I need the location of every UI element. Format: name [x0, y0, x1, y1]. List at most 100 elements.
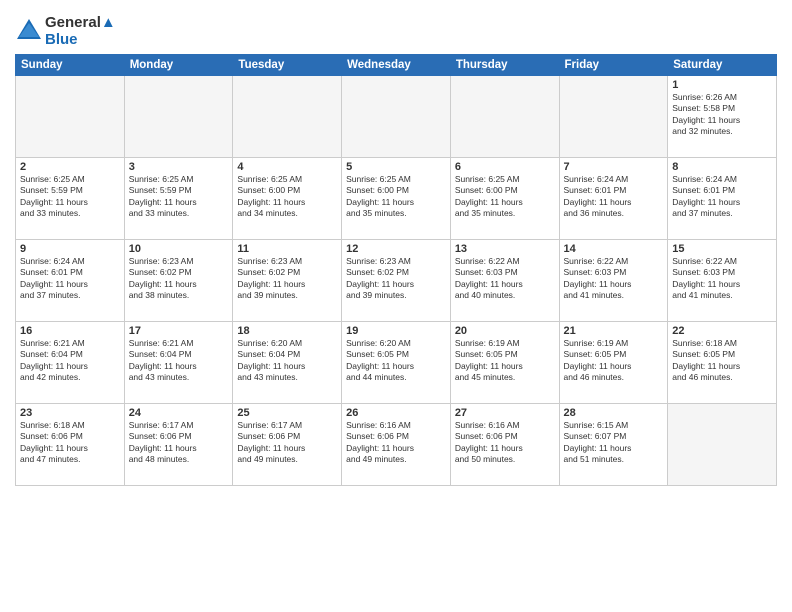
- calendar-cell: 5Sunrise: 6:25 AM Sunset: 6:00 PM Daylig…: [342, 158, 451, 240]
- calendar-cell: [668, 404, 777, 486]
- dow-header: Saturday: [668, 55, 777, 76]
- day-info: Sunrise: 6:25 AM Sunset: 5:59 PM Dayligh…: [129, 174, 229, 220]
- day-info: Sunrise: 6:15 AM Sunset: 6:07 PM Dayligh…: [564, 420, 664, 466]
- header: General▲ Blue: [15, 10, 777, 48]
- dow-header: Tuesday: [233, 55, 342, 76]
- day-number: 2: [20, 161, 120, 173]
- day-info: Sunrise: 6:22 AM Sunset: 6:03 PM Dayligh…: [455, 256, 555, 302]
- calendar-cell: 3Sunrise: 6:25 AM Sunset: 5:59 PM Daylig…: [124, 158, 233, 240]
- day-info: Sunrise: 6:23 AM Sunset: 6:02 PM Dayligh…: [346, 256, 446, 302]
- calendar-week-row: 16Sunrise: 6:21 AM Sunset: 6:04 PM Dayli…: [16, 322, 777, 404]
- calendar-cell: 11Sunrise: 6:23 AM Sunset: 6:02 PM Dayli…: [233, 240, 342, 322]
- calendar-cell: 28Sunrise: 6:15 AM Sunset: 6:07 PM Dayli…: [559, 404, 668, 486]
- day-info: Sunrise: 6:22 AM Sunset: 6:03 PM Dayligh…: [564, 256, 664, 302]
- day-number: 18: [237, 325, 337, 337]
- logo: General▲ Blue: [15, 14, 116, 48]
- day-info: Sunrise: 6:25 AM Sunset: 6:00 PM Dayligh…: [237, 174, 337, 220]
- day-number: 28: [564, 407, 664, 419]
- day-number: 23: [20, 407, 120, 419]
- calendar-cell: 14Sunrise: 6:22 AM Sunset: 6:03 PM Dayli…: [559, 240, 668, 322]
- days-of-week-row: SundayMondayTuesdayWednesdayThursdayFrid…: [16, 55, 777, 76]
- calendar-cell: 13Sunrise: 6:22 AM Sunset: 6:03 PM Dayli…: [450, 240, 559, 322]
- calendar-cell: 27Sunrise: 6:16 AM Sunset: 6:06 PM Dayli…: [450, 404, 559, 486]
- day-number: 8: [672, 161, 772, 173]
- day-info: Sunrise: 6:25 AM Sunset: 5:59 PM Dayligh…: [20, 174, 120, 220]
- day-number: 21: [564, 325, 664, 337]
- logo-text: General▲ Blue: [45, 14, 116, 48]
- day-number: 24: [129, 407, 229, 419]
- calendar-cell: 18Sunrise: 6:20 AM Sunset: 6:04 PM Dayli…: [233, 322, 342, 404]
- calendar-cell: 17Sunrise: 6:21 AM Sunset: 6:04 PM Dayli…: [124, 322, 233, 404]
- calendar-cell: 24Sunrise: 6:17 AM Sunset: 6:06 PM Dayli…: [124, 404, 233, 486]
- calendar-cell: [559, 76, 668, 158]
- day-number: 27: [455, 407, 555, 419]
- dow-header: Monday: [124, 55, 233, 76]
- day-number: 25: [237, 407, 337, 419]
- day-info: Sunrise: 6:19 AM Sunset: 6:05 PM Dayligh…: [564, 338, 664, 384]
- dow-header: Friday: [559, 55, 668, 76]
- day-number: 17: [129, 325, 229, 337]
- day-number: 19: [346, 325, 446, 337]
- day-info: Sunrise: 6:16 AM Sunset: 6:06 PM Dayligh…: [346, 420, 446, 466]
- calendar-cell: 20Sunrise: 6:19 AM Sunset: 6:05 PM Dayli…: [450, 322, 559, 404]
- day-info: Sunrise: 6:24 AM Sunset: 6:01 PM Dayligh…: [672, 174, 772, 220]
- calendar-week-row: 23Sunrise: 6:18 AM Sunset: 6:06 PM Dayli…: [16, 404, 777, 486]
- calendar-cell: 25Sunrise: 6:17 AM Sunset: 6:06 PM Dayli…: [233, 404, 342, 486]
- calendar-cell: 1Sunrise: 6:26 AM Sunset: 5:58 PM Daylig…: [668, 76, 777, 158]
- calendar-cell: 2Sunrise: 6:25 AM Sunset: 5:59 PM Daylig…: [16, 158, 125, 240]
- calendar-cell: 16Sunrise: 6:21 AM Sunset: 6:04 PM Dayli…: [16, 322, 125, 404]
- calendar-week-row: 2Sunrise: 6:25 AM Sunset: 5:59 PM Daylig…: [16, 158, 777, 240]
- day-number: 11: [237, 243, 337, 255]
- calendar-cell: 23Sunrise: 6:18 AM Sunset: 6:06 PM Dayli…: [16, 404, 125, 486]
- day-number: 12: [346, 243, 446, 255]
- day-info: Sunrise: 6:21 AM Sunset: 6:04 PM Dayligh…: [20, 338, 120, 384]
- calendar-cell: [342, 76, 451, 158]
- dow-header: Sunday: [16, 55, 125, 76]
- day-info: Sunrise: 6:25 AM Sunset: 6:00 PM Dayligh…: [455, 174, 555, 220]
- day-number: 7: [564, 161, 664, 173]
- calendar-body: 1Sunrise: 6:26 AM Sunset: 5:58 PM Daylig…: [16, 76, 777, 486]
- day-info: Sunrise: 6:23 AM Sunset: 6:02 PM Dayligh…: [129, 256, 229, 302]
- calendar-cell: 4Sunrise: 6:25 AM Sunset: 6:00 PM Daylig…: [233, 158, 342, 240]
- day-number: 6: [455, 161, 555, 173]
- page: General▲ Blue SundayMondayTuesdayWednesd…: [0, 0, 792, 612]
- calendar-cell: [233, 76, 342, 158]
- day-info: Sunrise: 6:17 AM Sunset: 6:06 PM Dayligh…: [129, 420, 229, 466]
- day-info: Sunrise: 6:20 AM Sunset: 6:04 PM Dayligh…: [237, 338, 337, 384]
- calendar-cell: [450, 76, 559, 158]
- day-number: 15: [672, 243, 772, 255]
- day-info: Sunrise: 6:16 AM Sunset: 6:06 PM Dayligh…: [455, 420, 555, 466]
- day-number: 10: [129, 243, 229, 255]
- day-number: 22: [672, 325, 772, 337]
- day-info: Sunrise: 6:19 AM Sunset: 6:05 PM Dayligh…: [455, 338, 555, 384]
- day-number: 13: [455, 243, 555, 255]
- calendar-cell: [16, 76, 125, 158]
- day-number: 3: [129, 161, 229, 173]
- day-info: Sunrise: 6:20 AM Sunset: 6:05 PM Dayligh…: [346, 338, 446, 384]
- calendar-cell: 7Sunrise: 6:24 AM Sunset: 6:01 PM Daylig…: [559, 158, 668, 240]
- day-info: Sunrise: 6:18 AM Sunset: 6:05 PM Dayligh…: [672, 338, 772, 384]
- calendar-cell: 22Sunrise: 6:18 AM Sunset: 6:05 PM Dayli…: [668, 322, 777, 404]
- calendar-cell: [124, 76, 233, 158]
- calendar-cell: 26Sunrise: 6:16 AM Sunset: 6:06 PM Dayli…: [342, 404, 451, 486]
- day-info: Sunrise: 6:22 AM Sunset: 6:03 PM Dayligh…: [672, 256, 772, 302]
- calendar-cell: 9Sunrise: 6:24 AM Sunset: 6:01 PM Daylig…: [16, 240, 125, 322]
- day-info: Sunrise: 6:26 AM Sunset: 5:58 PM Dayligh…: [672, 92, 772, 138]
- day-number: 9: [20, 243, 120, 255]
- calendar-cell: 10Sunrise: 6:23 AM Sunset: 6:02 PM Dayli…: [124, 240, 233, 322]
- day-info: Sunrise: 6:23 AM Sunset: 6:02 PM Dayligh…: [237, 256, 337, 302]
- calendar-cell: 12Sunrise: 6:23 AM Sunset: 6:02 PM Dayli…: [342, 240, 451, 322]
- day-info: Sunrise: 6:18 AM Sunset: 6:06 PM Dayligh…: [20, 420, 120, 466]
- day-info: Sunrise: 6:24 AM Sunset: 6:01 PM Dayligh…: [20, 256, 120, 302]
- day-number: 14: [564, 243, 664, 255]
- day-number: 26: [346, 407, 446, 419]
- calendar-cell: 6Sunrise: 6:25 AM Sunset: 6:00 PM Daylig…: [450, 158, 559, 240]
- calendar-cell: 21Sunrise: 6:19 AM Sunset: 6:05 PM Dayli…: [559, 322, 668, 404]
- day-number: 1: [672, 79, 772, 91]
- day-number: 16: [20, 325, 120, 337]
- calendar-cell: 19Sunrise: 6:20 AM Sunset: 6:05 PM Dayli…: [342, 322, 451, 404]
- calendar-cell: 15Sunrise: 6:22 AM Sunset: 6:03 PM Dayli…: [668, 240, 777, 322]
- day-number: 5: [346, 161, 446, 173]
- calendar-week-row: 1Sunrise: 6:26 AM Sunset: 5:58 PM Daylig…: [16, 76, 777, 158]
- day-number: 4: [237, 161, 337, 173]
